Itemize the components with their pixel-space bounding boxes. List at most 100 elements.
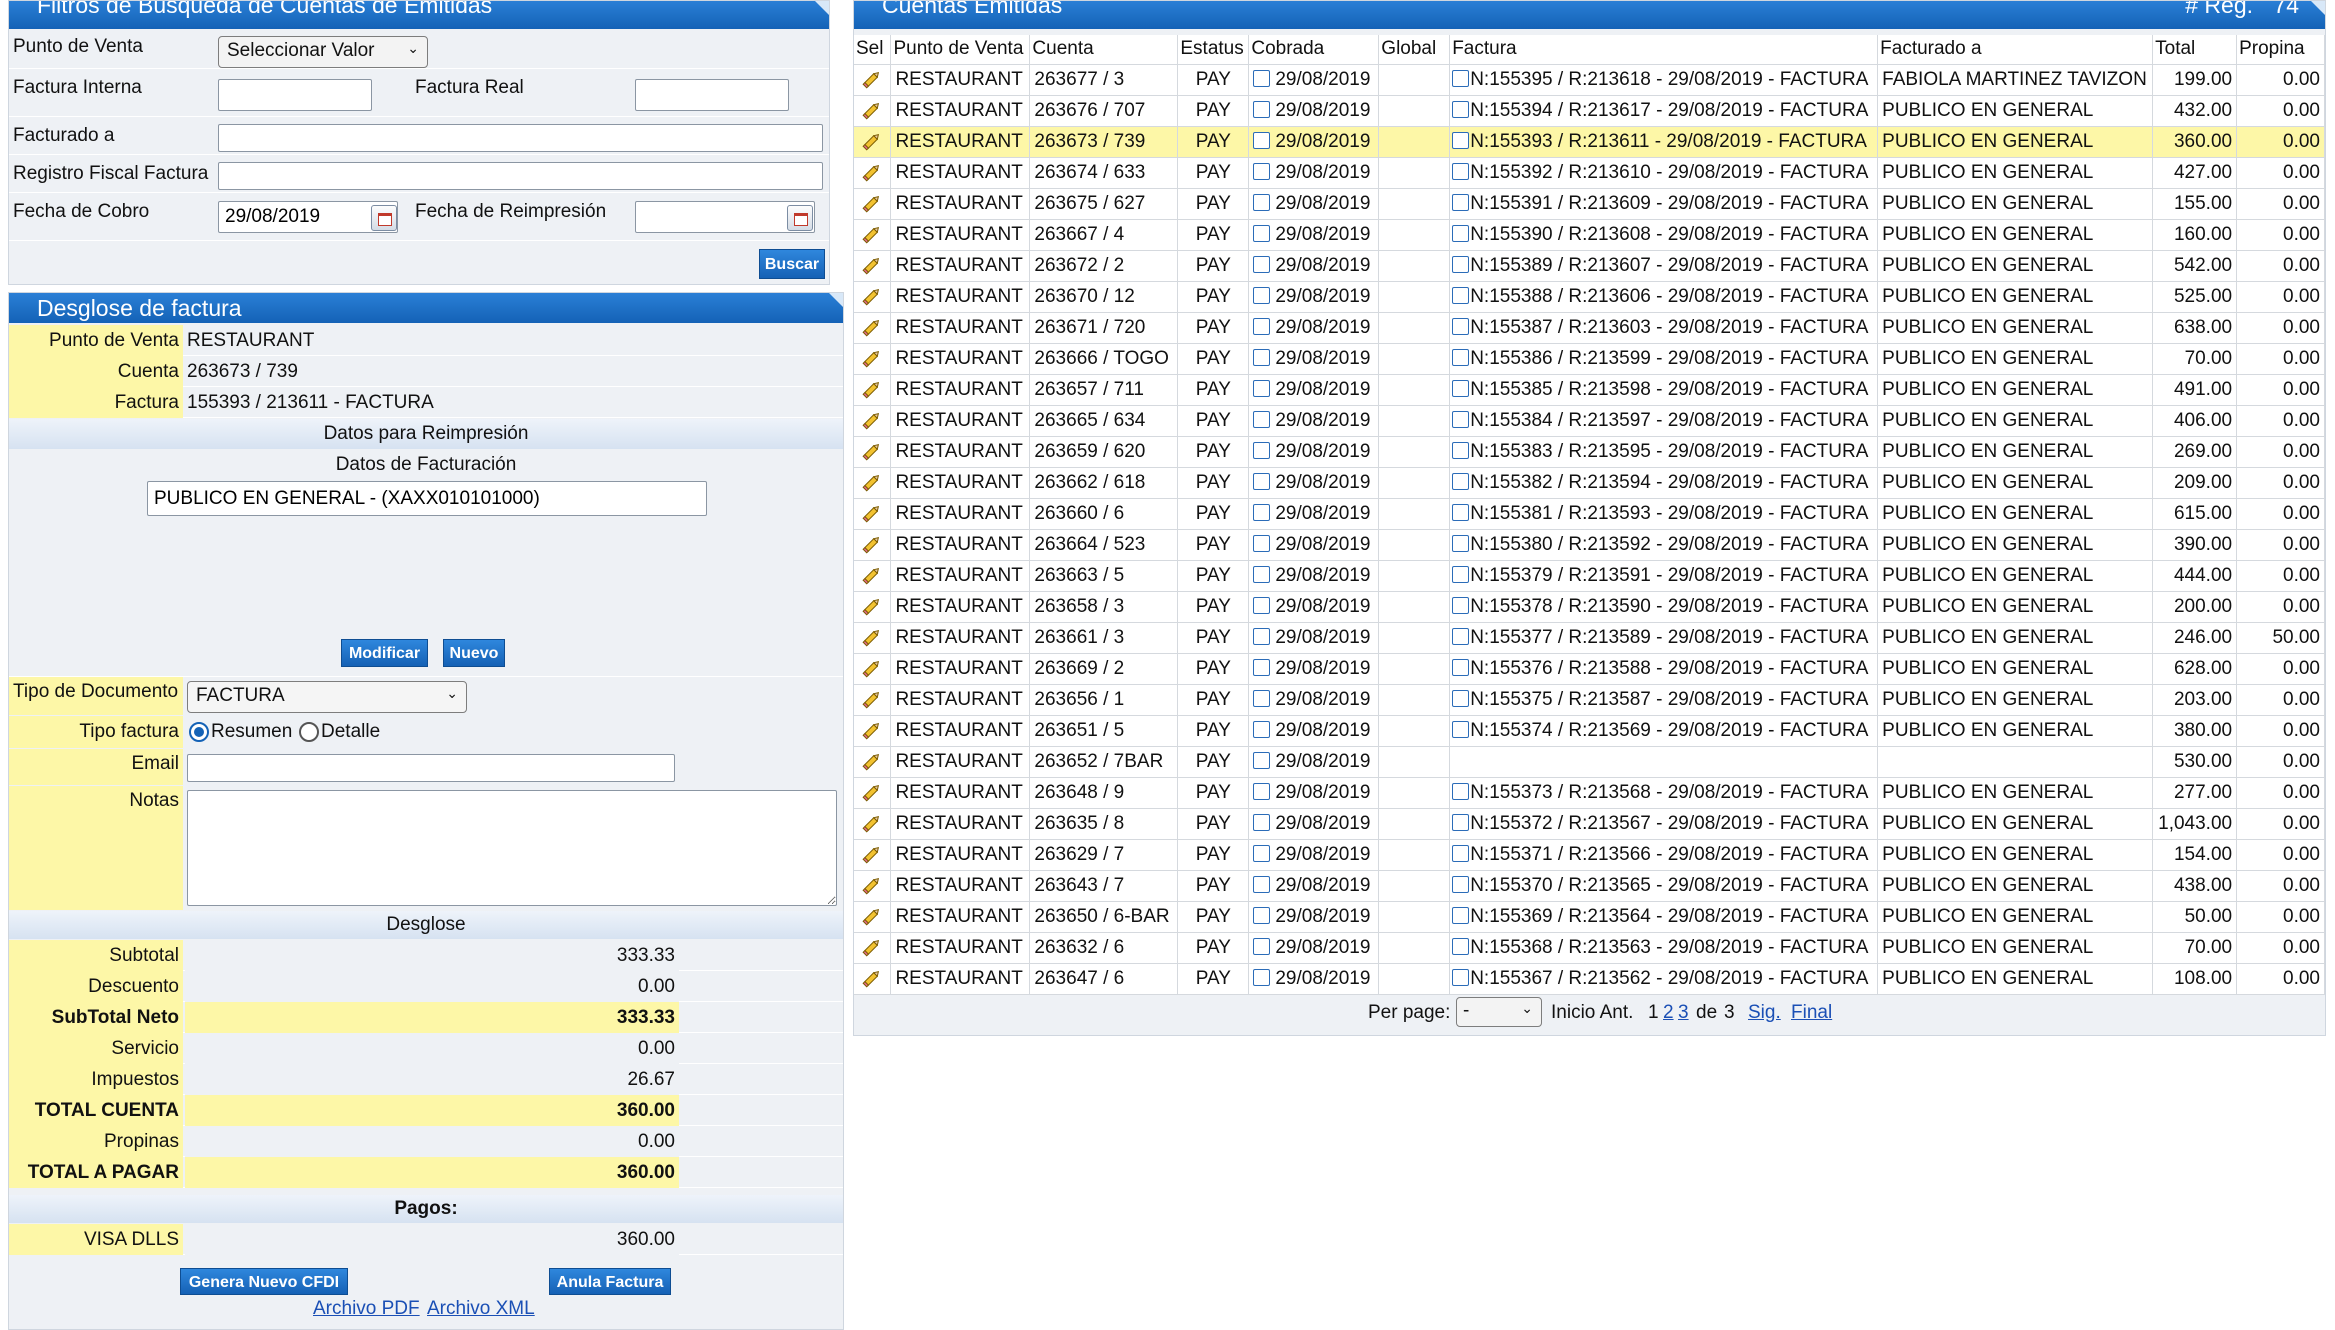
final-link[interactable]: Final — [1791, 1002, 1832, 1024]
checkbox-icon[interactable] — [1253, 596, 1271, 614]
page-1[interactable]: 1 — [1648, 1002, 1659, 1024]
pencil-icon[interactable] — [861, 626, 883, 648]
checkbox-icon[interactable] — [1253, 379, 1271, 397]
checkbox-icon[interactable] — [1452, 937, 1470, 955]
select-cell[interactable] — [854, 808, 892, 840]
archivo-pdf-link[interactable]: Archivo PDF — [313, 1298, 420, 1320]
pencil-icon[interactable] — [861, 192, 883, 214]
tipo-documento-select[interactable]: FACTURA ⌄ — [187, 681, 467, 713]
per-page-select[interactable]: - ⌄ — [1456, 997, 1542, 1027]
table-row[interactable]: RESTAURANT 263674 / 633 PAY 29/08/2019 N:155… — [854, 157, 2325, 189]
punto-venta-select[interactable]: Seleccionar Valor ⌄ — [218, 36, 428, 68]
datos-facturacion-input[interactable] — [147, 481, 707, 516]
checkbox-icon[interactable] — [1452, 782, 1470, 800]
pencil-icon[interactable] — [861, 130, 883, 152]
table-row[interactable]: RESTAURANT 263648 / 9 PAY 29/08/2019 N:15537… — [854, 777, 2325, 809]
checkbox-icon[interactable] — [1452, 69, 1470, 87]
table-row[interactable]: RESTAURANT 263673 / 739 PAY 29/08/2019 N:155… — [854, 126, 2325, 158]
checkbox-icon[interactable] — [1452, 472, 1470, 490]
column-header[interactable]: Punto de Venta — [890, 35, 1031, 65]
notas-textarea[interactable] — [187, 790, 837, 906]
table-row[interactable]: RESTAURANT 263635 / 8 PAY 29/08/2019 N:15537… — [854, 808, 2325, 840]
sig-link[interactable]: Sig. — [1748, 1002, 1781, 1024]
column-header[interactable]: Cuenta — [1029, 35, 1179, 65]
table-row[interactable]: RESTAURANT 263659 / 620 PAY 29/08/2019 N:155… — [854, 436, 2325, 468]
checkbox-icon[interactable] — [1253, 968, 1271, 986]
select-cell[interactable] — [854, 932, 892, 964]
pencil-icon[interactable] — [861, 254, 883, 276]
pencil-icon[interactable] — [861, 223, 883, 245]
select-cell[interactable] — [854, 95, 892, 127]
checkbox-icon[interactable] — [1253, 69, 1271, 87]
pencil-icon[interactable] — [861, 533, 883, 555]
table-row[interactable]: RESTAURANT 263676 / 707 PAY 29/08/2019 N:155… — [854, 95, 2325, 127]
checkbox-icon[interactable] — [1452, 596, 1470, 614]
checkbox-icon[interactable] — [1253, 844, 1271, 862]
select-cell[interactable] — [854, 560, 892, 592]
pencil-icon[interactable] — [861, 347, 883, 369]
select-cell[interactable] — [854, 281, 892, 313]
select-cell[interactable] — [854, 126, 892, 158]
checkbox-icon[interactable] — [1452, 968, 1470, 986]
genera-cfdi-button[interactable]: Genera Nuevo CFDI — [180, 1268, 348, 1295]
calendar-icon[interactable] — [371, 205, 397, 231]
select-cell[interactable] — [854, 529, 892, 561]
select-cell[interactable] — [854, 684, 892, 716]
factura-interna-input[interactable] — [218, 79, 372, 111]
checkbox-icon[interactable] — [1452, 658, 1470, 676]
select-cell[interactable] — [854, 219, 892, 251]
column-header[interactable]: Factura — [1449, 35, 1879, 65]
checkbox-icon[interactable] — [1253, 689, 1271, 707]
checkbox-icon[interactable] — [1253, 503, 1271, 521]
pencil-icon[interactable] — [861, 967, 883, 989]
checkbox-icon[interactable] — [1253, 720, 1271, 738]
registro-fiscal-input[interactable] — [218, 162, 823, 190]
anula-factura-button[interactable]: Anula Factura — [549, 1268, 671, 1295]
checkbox-icon[interactable] — [1452, 875, 1470, 893]
checkbox-icon[interactable] — [1452, 317, 1470, 335]
checkbox-icon[interactable] — [1253, 906, 1271, 924]
checkbox-icon[interactable] — [1253, 658, 1271, 676]
select-cell[interactable] — [854, 901, 892, 933]
pencil-icon[interactable] — [861, 564, 883, 586]
table-row[interactable]: RESTAURANT 263675 / 627 PAY 29/08/2019 N:155… — [854, 188, 2325, 220]
select-cell[interactable] — [854, 312, 892, 344]
table-row[interactable]: RESTAURANT 263647 / 6 PAY 29/08/2019 N:15536… — [854, 963, 2325, 995]
select-cell[interactable] — [854, 436, 892, 468]
pencil-icon[interactable] — [861, 905, 883, 927]
checkbox-icon[interactable] — [1253, 875, 1271, 893]
checkbox-icon[interactable] — [1452, 131, 1470, 149]
select-cell[interactable] — [854, 777, 892, 809]
table-row[interactable]: RESTAURANT 263658 / 3 PAY 29/08/2019 N:15537… — [854, 591, 2325, 623]
table-row[interactable]: RESTAURANT 263672 / 2 PAY 29/08/2019 N:15538… — [854, 250, 2325, 282]
pencil-icon[interactable] — [861, 688, 883, 710]
checkbox-icon[interactable] — [1253, 627, 1271, 645]
table-row[interactable]: RESTAURANT 263632 / 6 PAY 29/08/2019 N:15536… — [854, 932, 2325, 964]
pencil-icon[interactable] — [861, 750, 883, 772]
table-row[interactable]: RESTAURANT 263629 / 7 PAY 29/08/2019 N:15537… — [854, 839, 2325, 871]
select-cell[interactable] — [854, 405, 892, 437]
table-row[interactable]: RESTAURANT 263650 / 6-BAR PAY 29/08/2019 N:1… — [854, 901, 2325, 933]
column-header[interactable]: Global — [1378, 35, 1451, 65]
table-row[interactable]: RESTAURANT 263669 / 2 PAY 29/08/2019 N:15537… — [854, 653, 2325, 685]
checkbox-icon[interactable] — [1452, 348, 1470, 366]
resumen-radio[interactable] — [189, 722, 209, 742]
pencil-icon[interactable] — [861, 409, 883, 431]
detalle-radio[interactable] — [299, 722, 319, 742]
checkbox-icon[interactable] — [1452, 193, 1470, 211]
modificar-button[interactable]: Modificar — [341, 639, 428, 667]
select-cell[interactable] — [854, 343, 892, 375]
table-row[interactable]: RESTAURANT 263657 / 711 PAY 29/08/2019 N:155… — [854, 374, 2325, 406]
column-header[interactable]: Propina — [2236, 35, 2325, 65]
pencil-icon[interactable] — [861, 657, 883, 679]
checkbox-icon[interactable] — [1253, 410, 1271, 428]
pencil-icon[interactable] — [861, 316, 883, 338]
checkbox-icon[interactable] — [1253, 224, 1271, 242]
pencil-icon[interactable] — [861, 471, 883, 493]
pencil-icon[interactable] — [861, 440, 883, 462]
pencil-icon[interactable] — [861, 719, 883, 741]
archivo-xml-link[interactable]: Archivo XML — [427, 1298, 535, 1320]
checkbox-icon[interactable] — [1253, 565, 1271, 583]
table-row[interactable]: RESTAURANT 263662 / 618 PAY 29/08/2019 N:155… — [854, 467, 2325, 499]
select-cell[interactable] — [854, 870, 892, 902]
